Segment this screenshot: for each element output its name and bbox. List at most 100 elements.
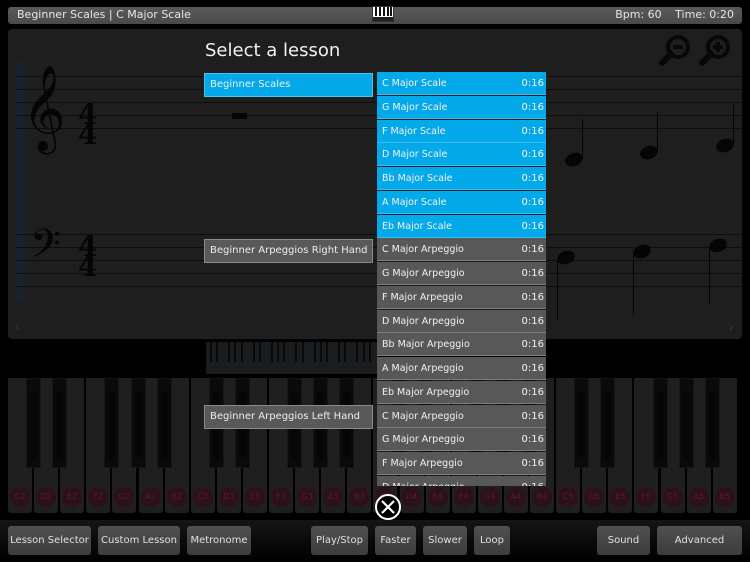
lesson-duration: 0:16 — [521, 315, 544, 327]
slower-button[interactable]: Slower — [423, 526, 467, 555]
time-readout: Time: 0:20 — [675, 8, 734, 21]
loop-button[interactable]: Loop — [474, 526, 510, 555]
black-key[interactable] — [574, 378, 590, 468]
lesson-item[interactable]: G Major Arpeggio 0:16 — [377, 428, 546, 452]
black-key[interactable] — [52, 378, 68, 468]
lesson-duration: 0:16 — [521, 291, 544, 303]
close-lesson-selector-button[interactable] — [375, 494, 401, 520]
lesson-title: Beginner Scales | C Major Scale — [17, 8, 191, 21]
key-label: E5 — [610, 487, 631, 507]
lesson-duration: 0:16 — [521, 78, 544, 89]
black-key[interactable] — [678, 378, 694, 468]
zoom-in-icon[interactable] — [698, 34, 732, 68]
key-label: F5 — [636, 487, 657, 507]
treble-time-signature: 44 — [78, 98, 98, 151]
black-key[interactable] — [130, 378, 146, 468]
lesson-duration: 0:16 — [521, 244, 544, 256]
lesson-item[interactable]: D Major Scale 0:16 — [377, 143, 546, 167]
black-key[interactable] — [600, 378, 616, 468]
black-key[interactable] — [156, 378, 172, 468]
lesson-item[interactable]: C Major Arpeggio 0:16 — [377, 238, 546, 262]
advanced-button[interactable]: Advanced — [657, 526, 742, 555]
lesson-item[interactable]: C Major Arpeggio 0:16 — [377, 404, 546, 428]
lesson-item[interactable]: G Major Arpeggio 0:16 — [377, 262, 546, 285]
black-key[interactable] — [652, 378, 668, 468]
key-label: B5 — [714, 487, 735, 507]
lesson-name: D Major Arpeggio — [382, 482, 465, 486]
key-label: G4 — [479, 487, 500, 507]
lesson-item[interactable]: C Major Scale 0:16 — [377, 72, 546, 95]
lesson-name: G Major Scale — [382, 101, 448, 113]
category-arpeggios-right-hand[interactable]: Beginner Arpeggios Right Hand — [204, 239, 373, 263]
bass-time-signature: 44 — [78, 230, 98, 283]
whole-rest-icon — [232, 113, 247, 119]
key-label: A4 — [505, 487, 526, 507]
key-label: C2 — [10, 487, 30, 507]
lesson-list[interactable]: C Major Scale 0:16 G Major Scale 0:16 F Majo… — [377, 72, 546, 486]
key-label: F4 — [453, 487, 474, 507]
key-label: E4 — [427, 487, 448, 507]
lesson-name: C Major Arpeggio — [382, 244, 464, 256]
treble-clef-icon: 𝄞 — [22, 65, 66, 151]
lesson-item[interactable]: F Major Arpeggio 0:16 — [377, 452, 546, 475]
lesson-item[interactable]: Bb Major Scale 0:16 — [377, 167, 546, 190]
key-label: F3 — [271, 487, 291, 507]
lesson-duration: 0:16 — [521, 458, 544, 469]
lesson-item[interactable]: A Major Scale 0:16 — [377, 190, 546, 214]
lesson-name: Bb Major Arpeggio — [382, 339, 470, 351]
key-label: G2 — [114, 487, 135, 507]
key-label: A3 — [323, 487, 344, 507]
lesson-name: F Major Scale — [382, 125, 446, 137]
lesson-duration: 0:16 — [521, 339, 544, 351]
scroll-right-arrow-icon[interactable]: › — [728, 317, 734, 336]
lesson-name: D Major Scale — [382, 149, 448, 161]
lesson-item[interactable]: A Major Arpeggio 0:16 — [377, 357, 546, 380]
black-key[interactable] — [704, 378, 720, 468]
lesson-duration: 0:16 — [522, 476, 544, 486]
sheet-music-panel: 𝄞 44 𝄢 44 ‹ › — [8, 29, 742, 339]
lesson-item[interactable]: F Major Arpeggio 0:16 — [377, 285, 546, 309]
key-label: B2 — [166, 487, 187, 507]
top-bar: Beginner Scales | C Major Scale Bpm: 60 … — [8, 6, 742, 24]
note-icon — [707, 236, 729, 255]
lesson-duration: 0:16 — [521, 101, 544, 113]
lesson-item[interactable]: G Major Scale 0:16 — [377, 95, 546, 119]
lesson-item[interactable]: F Major Scale 0:16 — [377, 119, 546, 143]
custom-lesson-button[interactable]: Custom Lesson — [98, 526, 180, 555]
lesson-selector-button[interactable]: Lesson Selector — [8, 526, 91, 555]
lesson-item[interactable]: Bb Major Arpeggio 0:16 — [377, 333, 546, 357]
key-label: A2 — [140, 487, 161, 507]
lesson-duration: 0:16 — [521, 125, 544, 137]
category-beginner-scales[interactable]: Beginner Scales — [204, 73, 373, 97]
play-stop-button[interactable]: Play/Stop — [311, 526, 368, 555]
lesson-item[interactable]: D Major Arpeggio 0:16 — [377, 475, 546, 486]
keyboard-navigator[interactable] — [206, 342, 378, 374]
key-label: C3 — [192, 487, 213, 507]
lesson-duration: 0:16 — [521, 220, 544, 232]
scroll-left-arrow-icon[interactable]: ‹ — [14, 317, 20, 336]
key-label: B3 — [349, 487, 370, 507]
lesson-item[interactable]: D Major Arpeggio 0:16 — [377, 309, 546, 333]
bass-clef-icon: 𝄢 — [30, 221, 61, 277]
category-arpeggios-left-hand[interactable]: Beginner Arpeggios Left Hand — [204, 405, 373, 429]
lesson-item[interactable]: Eb Major Scale 0:16 — [377, 214, 546, 238]
key-label: D2 — [36, 487, 57, 507]
sound-button[interactable]: Sound — [597, 526, 650, 555]
key-label: B4 — [532, 487, 552, 507]
zoom-out-icon[interactable] — [658, 34, 692, 68]
lesson-item[interactable]: Eb Major Arpeggio 0:16 — [377, 380, 546, 404]
metronome-button[interactable]: Metronome — [187, 526, 251, 555]
bpm-readout: Bpm: 60 — [615, 8, 662, 21]
lesson-name: G Major Arpeggio — [382, 268, 465, 279]
black-key[interactable] — [26, 378, 42, 468]
faster-button[interactable]: Faster — [375, 526, 416, 555]
piano-keyboard[interactable]: C2D2E2F2G2A2B2C3D3E3F3G3A3B3C4D4E4F4G4A4… — [8, 378, 742, 513]
lesson-name: F Major Arpeggio — [382, 291, 463, 303]
note-icon — [631, 242, 653, 261]
black-key[interactable] — [104, 378, 120, 468]
lesson-duration: 0:16 — [521, 173, 544, 184]
close-icon — [381, 500, 395, 514]
stats: Bpm: 60 Time: 0:20 — [605, 8, 734, 21]
lesson-duration: 0:16 — [521, 196, 544, 208]
key-label: D4 — [401, 487, 422, 507]
